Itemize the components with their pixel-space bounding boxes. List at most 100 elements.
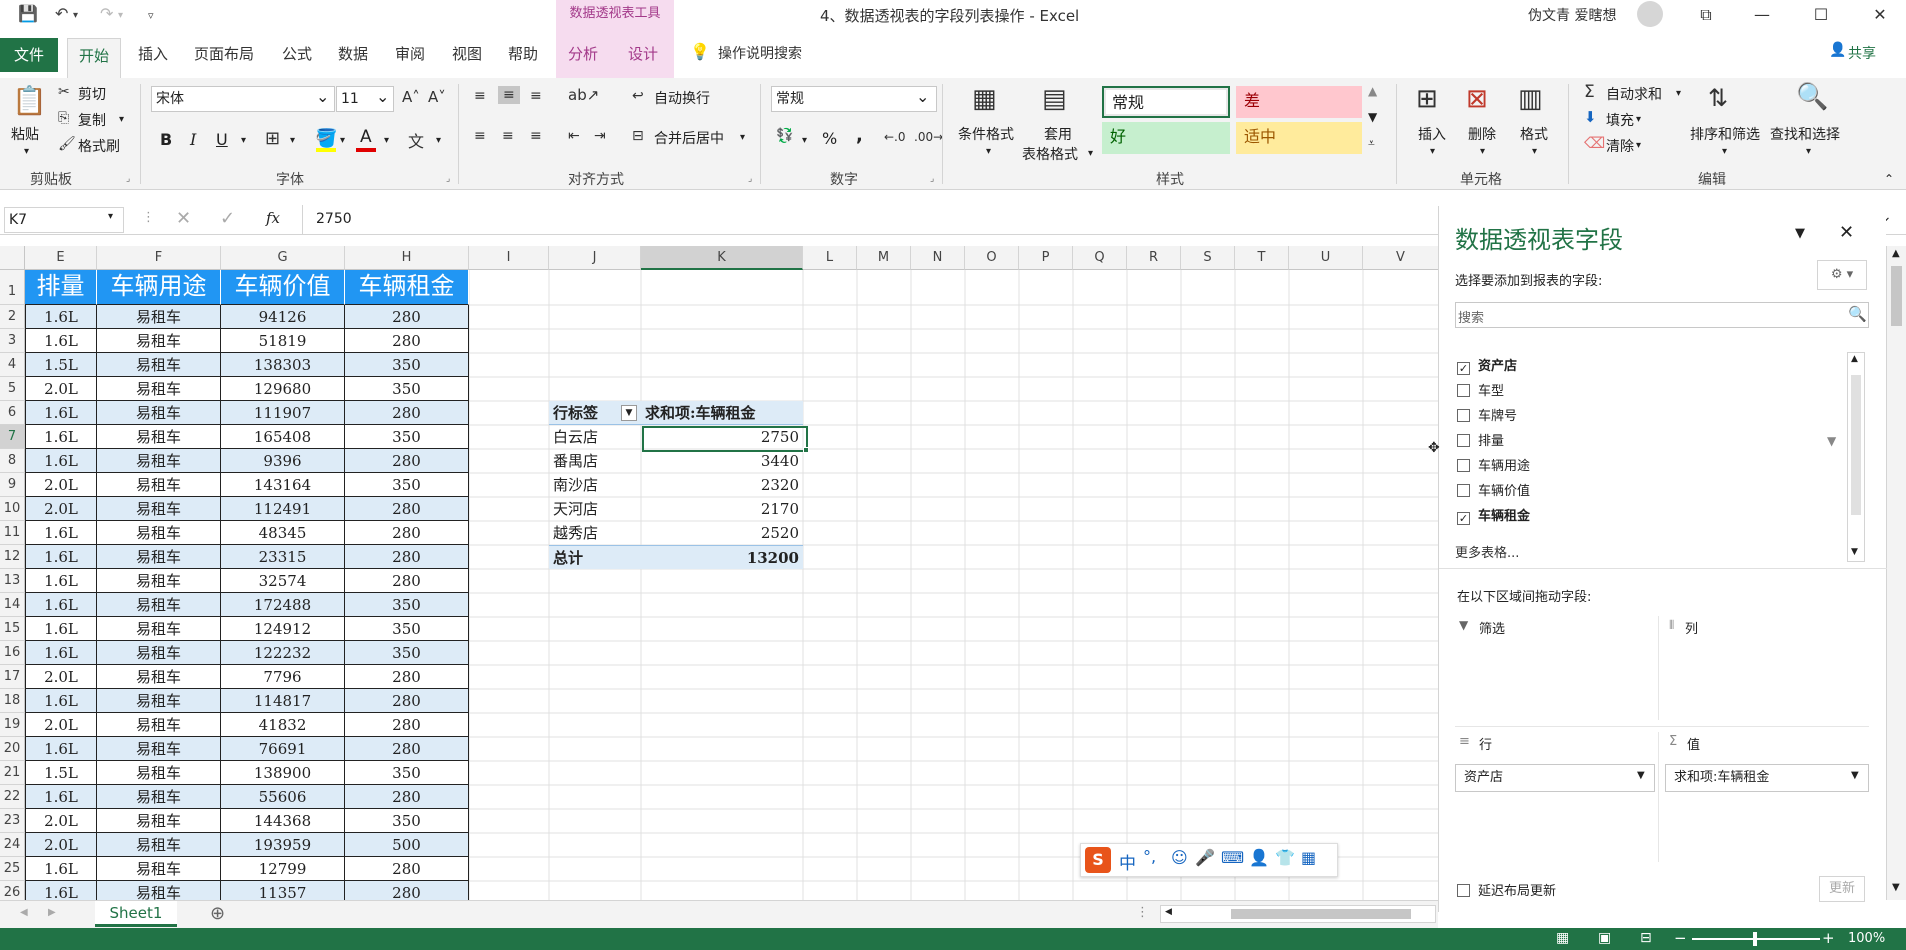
table-cell[interactable]: 1.6L [25, 617, 97, 641]
phonetic-dropdown-icon[interactable]: ▾ [436, 135, 441, 146]
row-header[interactable]: 7 [0, 425, 25, 449]
table-cell[interactable]: 280 [345, 401, 469, 425]
column-header[interactable]: I [469, 246, 549, 270]
pane-settings-gear-icon[interactable]: ⚙ ▾ [1817, 260, 1867, 290]
insert-dropdown-icon[interactable]: ▾ [1430, 146, 1435, 157]
table-cell[interactable]: 2.0L [25, 497, 97, 521]
cut-button[interactable]: 剪切 [78, 84, 106, 104]
row-header[interactable]: 6 [0, 401, 25, 425]
table-cell[interactable]: 易租车 [97, 353, 221, 377]
conditional-format-dropdown-icon[interactable]: ▾ [986, 146, 991, 157]
merge-dropdown-icon[interactable]: ▾ [740, 132, 745, 143]
fill-dropdown-icon[interactable]: ▾ [1636, 114, 1641, 125]
alignment-launcher-icon[interactable]: ⌟ [748, 174, 752, 184]
insert-cells-button[interactable]: 插入 [1418, 124, 1446, 144]
font-size-chevron-down-icon[interactable]: ⌄ [376, 87, 389, 106]
table-cell[interactable]: 350 [345, 617, 469, 641]
accounting-dropdown-icon[interactable]: ▾ [802, 135, 807, 146]
format-cells-button[interactable]: 格式 [1520, 124, 1548, 144]
table-cell[interactable]: 1.6L [25, 545, 97, 569]
table-cell[interactable]: 7796 [221, 665, 345, 689]
field-list-scrollbar[interactable]: ▲ ▼ [1847, 352, 1865, 562]
field-checkbox[interactable] [1457, 409, 1470, 422]
increase-indent-icon[interactable]: ⇥ [594, 128, 606, 144]
table-cell[interactable]: 280 [345, 689, 469, 713]
delete-cells-icon[interactable]: ⊠ [1466, 84, 1488, 114]
table-cell[interactable]: 易租车 [97, 545, 221, 569]
field-item[interactable]: 车辆价值 [1457, 481, 1530, 503]
ribbon-display-icon[interactable]: ⧉ [1686, 2, 1726, 28]
pivot-row-label[interactable]: 南沙店 [549, 473, 641, 497]
comma-style-button[interactable]: , [856, 125, 863, 146]
table-cell[interactable]: 易租车 [97, 761, 221, 785]
column-header[interactable]: L [803, 246, 857, 270]
font-name-chevron-down-icon[interactable]: ⌄ [316, 87, 329, 106]
table-cell[interactable]: 350 [345, 641, 469, 665]
row-header[interactable]: 19 [0, 713, 25, 737]
table-cell[interactable]: 280 [345, 785, 469, 809]
vertical-scroll-thumb[interactable] [1891, 266, 1902, 326]
more-tables-link[interactable]: 更多表格... [1455, 542, 1519, 561]
table-cell[interactable]: 2.0L [25, 473, 97, 497]
find-select-dropdown-icon[interactable]: ▾ [1806, 146, 1811, 157]
row-header[interactable]: 22 [0, 785, 25, 809]
table-cell[interactable]: 94126 [221, 305, 345, 329]
table-cell[interactable]: 138900 [221, 761, 345, 785]
fill-icon[interactable]: ⬇ [1584, 108, 1597, 126]
table-cell[interactable]: 易租车 [97, 377, 221, 401]
row-header[interactable]: 20 [0, 737, 25, 761]
styles-scroll-up-icon[interactable]: ▲ [1368, 84, 1377, 98]
field-checkbox[interactable] [1457, 434, 1470, 447]
table-header-cell[interactable]: 车辆用途 [97, 270, 221, 305]
conditional-format-icon[interactable]: ▦ [972, 84, 997, 114]
ime-voice-icon[interactable]: 🎤 [1195, 848, 1215, 867]
pane-close-icon[interactable]: ✕ [1839, 222, 1854, 243]
table-cell[interactable]: 1.6L [25, 305, 97, 329]
row-header[interactable]: 8 [0, 449, 25, 473]
horizontal-scrollbar[interactable]: ◀ [1160, 905, 1436, 923]
sheet-prev-icon[interactable]: ◀ [20, 907, 28, 918]
column-header[interactable]: H [345, 246, 469, 270]
table-cell[interactable]: 1.6L [25, 569, 97, 593]
row-header[interactable]: 26 [0, 881, 25, 900]
table-cell[interactable]: 1.6L [25, 401, 97, 425]
autosum-icon[interactable]: Σ [1584, 82, 1595, 102]
underline-dropdown-icon[interactable]: ▾ [241, 135, 246, 146]
table-cell[interactable]: 易租车 [97, 473, 221, 497]
maximize-icon[interactable]: ☐ [1801, 2, 1841, 28]
defer-update-checkbox-box[interactable] [1457, 884, 1470, 897]
row-header[interactable]: 14 [0, 593, 25, 617]
accounting-format-icon[interactable]: 💱 [776, 128, 793, 144]
rows-area[interactable]: ≡ 行 资产店 ▼ [1455, 732, 1659, 862]
table-cell[interactable]: 1.6L [25, 641, 97, 665]
wrap-text-icon[interactable]: ↩ [632, 88, 644, 104]
table-cell[interactable]: 350 [345, 473, 469, 497]
row-header[interactable]: 10 [0, 497, 25, 521]
table-cell[interactable]: 1.6L [25, 737, 97, 761]
ime-toolbar[interactable]: S 中 °, ☺ 🎤 ⌨ 👤 👕 ▦ [1080, 843, 1338, 877]
ime-keyboard-icon[interactable]: ⌨ [1221, 848, 1244, 867]
worksheet-grid[interactable]: EFGHIJKLMNOPQRSTUV 1 2 3 4 5 6 7 8 9 10 11 12 13 14 15… [0, 246, 1438, 900]
table-cell[interactable]: 280 [345, 569, 469, 593]
table-cell[interactable]: 易租车 [97, 329, 221, 353]
table-cell[interactable]: 12799 [221, 857, 345, 881]
rows-field-chip[interactable]: 资产店 [1455, 764, 1655, 792]
table-cell[interactable]: 350 [345, 377, 469, 401]
fill-button[interactable]: 填充 [1606, 110, 1634, 130]
align-middle-icon[interactable]: ≡ [498, 86, 520, 104]
column-header[interactable]: K [641, 246, 803, 270]
number-format-chevron-down-icon[interactable]: ⌄ [916, 87, 929, 106]
table-cell[interactable]: 易租车 [97, 617, 221, 641]
redo-icon[interactable]: ↷ [100, 4, 113, 23]
table-cell[interactable]: 2.0L [25, 713, 97, 737]
field-search-input[interactable]: 搜索 🔍 [1455, 302, 1869, 328]
row-header[interactable]: 15 [0, 617, 25, 641]
decrease-decimal-icon[interactable]: .00→ [914, 130, 943, 144]
table-cell[interactable]: 280 [345, 737, 469, 761]
table-cell[interactable]: 55606 [221, 785, 345, 809]
merge-center-button[interactable]: 合并后居中 [654, 128, 724, 148]
tab-splitter-icon[interactable]: ⋮ [1136, 905, 1149, 920]
customize-qat-icon[interactable]: ▿ [148, 9, 154, 22]
field-checkbox[interactable]: ✓ [1457, 512, 1470, 525]
number-launcher-icon[interactable]: ⌟ [930, 174, 934, 184]
